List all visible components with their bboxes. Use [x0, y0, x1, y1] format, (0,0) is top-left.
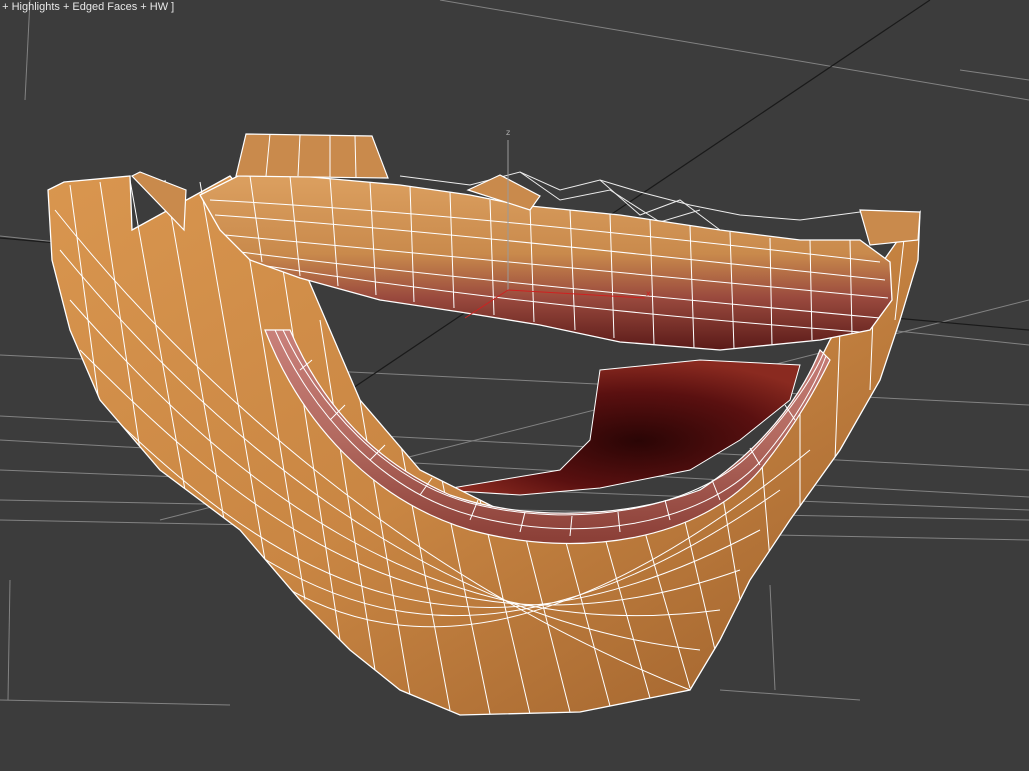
gizmo-z-label: z	[506, 128, 510, 137]
perspective-viewport[interactable]: [ + Highlights + Edged Faces + HW ] z x	[0, 0, 1029, 771]
gizmo-x-label: x	[646, 289, 651, 298]
viewport-scene[interactable]: z x	[0, 0, 1029, 771]
viewport-label[interactable]: [ + Highlights + Edged Faces + HW ]	[0, 1, 174, 13]
